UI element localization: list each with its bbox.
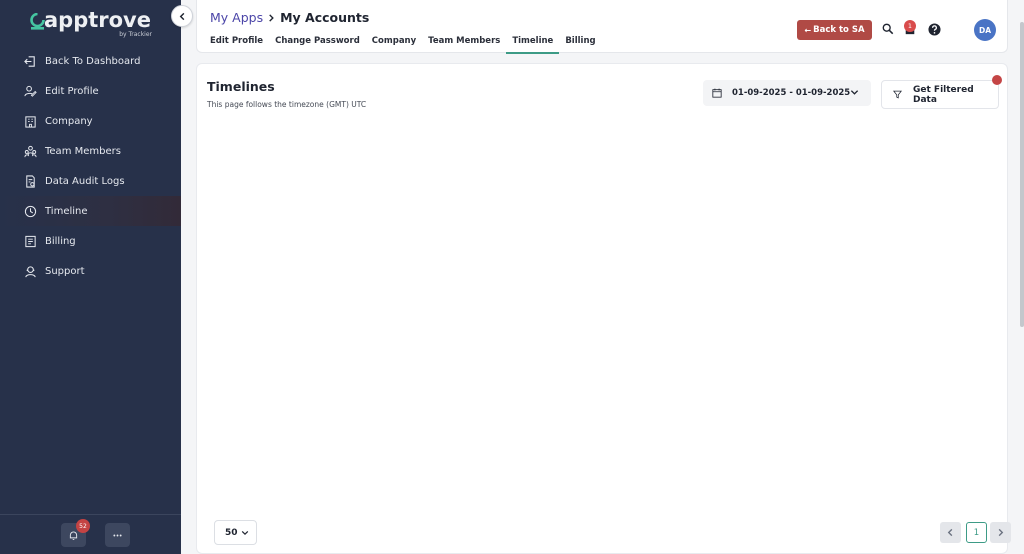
tab-company[interactable]: Company <box>372 36 416 52</box>
back-to-sa-label: Back to SA <box>813 25 865 35</box>
moon-icon <box>953 24 958 34</box>
sidebar-item-label: Timeline <box>45 205 88 217</box>
brand-logo[interactable]: apptrove by Trackier <box>30 8 155 40</box>
sidebar-item-label: Support <box>45 265 85 277</box>
timelines-panel: Timelines This page follows the timezone… <box>196 63 1011 554</box>
sidebar-item-data-audit-logs[interactable]: Data Audit Logs <box>0 166 181 196</box>
chevron-down-icon <box>850 88 859 97</box>
arrow-left-icon: ← <box>804 25 812 35</box>
sidebar: apptrove by Trackier Back To Dashboard E… <box>0 0 181 554</box>
more-dots-icon <box>113 534 122 536</box>
pagination-next-button[interactable] <box>990 522 1011 543</box>
filter-indicator-dot <box>992 75 1002 85</box>
sidebar-item-label: Data Audit Logs <box>45 175 125 187</box>
sidebar-item-label: Team Members <box>45 145 121 157</box>
chevron-right-icon <box>998 528 1004 537</box>
notification-count-badge: 52 <box>76 519 90 533</box>
search-button[interactable] <box>881 22 895 36</box>
theme-toggle-button[interactable] <box>950 22 964 36</box>
get-filtered-data-label: Get Filtered Data <box>913 84 974 105</box>
get-filtered-data-button[interactable]: Get Filtered Data <box>881 80 999 109</box>
tab-team-members[interactable]: Team Members <box>428 36 500 52</box>
chevron-left-icon <box>947 528 953 537</box>
sidebar-item-back-to-dashboard[interactable]: Back To Dashboard <box>0 46 181 76</box>
per-page-select[interactable]: 50 <box>214 520 257 545</box>
building-icon <box>24 115 37 128</box>
tab-timeline[interactable]: Timeline <box>506 36 560 54</box>
breadcrumb-my-apps[interactable]: My Apps <box>210 10 263 25</box>
chevron-down-icon <box>241 529 249 537</box>
page-scrollbar-thumb[interactable] <box>1020 22 1024 327</box>
sidebar-item-team-members[interactable]: Team Members <box>0 136 181 166</box>
cart-count-badge: 1 <box>904 20 916 32</box>
timezone-note: This page follows the timezone (GMT) UTC <box>207 100 367 109</box>
pagination-page-1[interactable]: 1 <box>966 522 987 543</box>
chevron-right-icon <box>267 13 276 23</box>
apptrove-logo-icon <box>30 13 45 30</box>
sidebar-item-billing[interactable]: Billing <box>0 226 181 256</box>
date-range-value: 01-09-2025 - 01-09-2025 <box>732 88 851 98</box>
tab-billing[interactable]: Billing <box>565 36 595 52</box>
pagination-prev-button[interactable] <box>940 522 961 543</box>
user-avatar[interactable]: DA <box>974 19 996 41</box>
date-range-picker[interactable]: 01-09-2025 - 01-09-2025 <box>703 80 871 106</box>
help-icon <box>927 22 941 36</box>
support-icon <box>24 265 37 278</box>
sidebar-item-label: Company <box>45 115 93 127</box>
per-page-value: 50 <box>225 527 238 538</box>
user-edit-icon <box>24 85 37 98</box>
back-dashboard-icon <box>24 55 37 68</box>
brand-name: apptrove <box>44 8 151 32</box>
search-icon <box>882 23 894 35</box>
breadcrumb: My Apps My Accounts <box>210 10 369 25</box>
sidebar-nav: Back To Dashboard Edit Profile Company T… <box>0 46 181 286</box>
billing-icon <box>24 235 37 248</box>
breadcrumb-current: My Accounts <box>280 10 370 25</box>
account-tabs: Edit Profile Change Password Company Tea… <box>210 36 608 54</box>
tab-change-password[interactable]: Change Password <box>275 36 360 52</box>
audit-log-icon <box>24 174 37 188</box>
sidebar-item-edit-profile[interactable]: Edit Profile <box>0 76 181 106</box>
timeline-icon <box>24 205 37 218</box>
sidebar-collapse-button[interactable] <box>171 5 193 27</box>
tab-edit-profile[interactable]: Edit Profile <box>210 36 263 52</box>
sidebar-item-label: Back To Dashboard <box>45 55 141 67</box>
brand-subtitle: by Trackier <box>119 31 152 38</box>
sidebar-item-timeline[interactable]: Timeline <box>0 196 181 226</box>
sidebar-item-label: Billing <box>45 235 76 247</box>
sidebar-item-label: Edit Profile <box>45 85 99 97</box>
filter-icon <box>893 90 902 99</box>
team-icon <box>24 145 37 158</box>
sidebar-footer <box>0 514 181 554</box>
page-title: Timelines <box>207 79 275 94</box>
more-options-button[interactable] <box>105 523 130 547</box>
calendar-icon <box>712 88 722 98</box>
chevron-left-icon <box>179 12 184 20</box>
back-to-sa-button[interactable]: ← Back to SA <box>797 20 872 40</box>
help-button[interactable] <box>927 22 941 36</box>
sidebar-item-company[interactable]: Company <box>0 106 181 136</box>
page-header: My Apps My Accounts Edit Profile Change … <box>196 0 1008 54</box>
sidebar-item-support[interactable]: Support <box>0 256 181 286</box>
